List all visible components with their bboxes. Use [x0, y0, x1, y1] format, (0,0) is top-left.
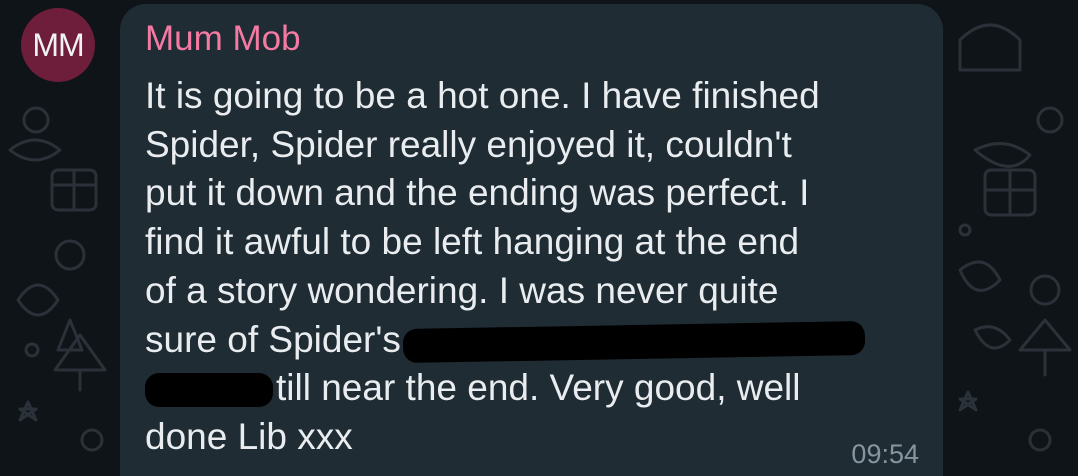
- message-line-redacted-start: till near the end. Very good, well: [145, 364, 935, 413]
- message-line: done Lib xxx: [145, 415, 353, 457]
- message-line: of a story wondering. I was never quite: [145, 269, 779, 311]
- redaction-mark: [402, 320, 866, 363]
- message-line: It is going to be a hot one. I have fini…: [145, 75, 820, 116]
- message-timestamp: 09:54: [851, 439, 919, 469]
- sender-avatar[interactable]: MM: [21, 8, 95, 82]
- message-line-text: sure of Spider's: [145, 318, 401, 360]
- message-line: Spider, Spider really enjoyed it, couldn…: [145, 123, 792, 165]
- message-text: It is going to be a hot one. I have fini…: [145, 72, 935, 462]
- sender-name[interactable]: Mum Mob: [145, 18, 301, 60]
- message-bubble[interactable]: Mum Mob It is going to be a hot one. I h…: [120, 4, 943, 476]
- redaction-mark: [145, 373, 273, 408]
- message-line: put it down and the ending was perfect. …: [145, 172, 810, 214]
- message-line: find it awful to be left hanging at the …: [145, 221, 800, 263]
- message-line-redacted-end: sure of Spider's: [145, 316, 935, 365]
- message-line-text: till near the end. Very good, well: [276, 367, 801, 409]
